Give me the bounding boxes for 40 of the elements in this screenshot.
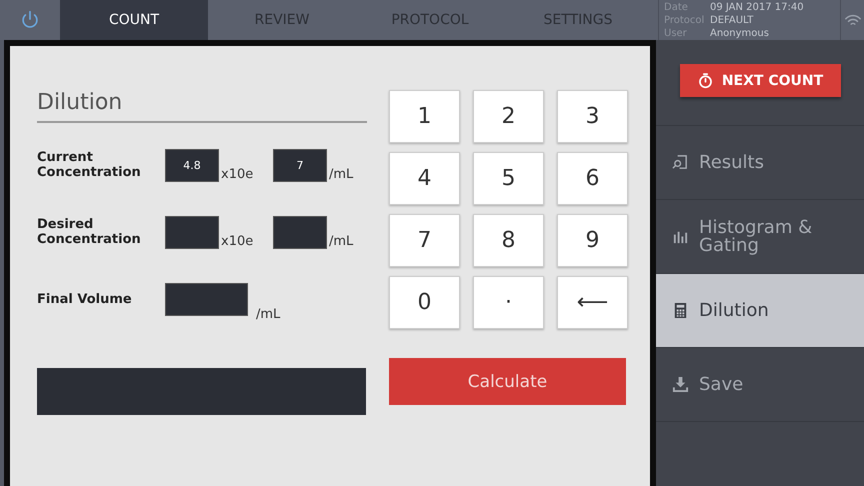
keypad-key[interactable]: 7 bbox=[389, 214, 460, 267]
download-icon bbox=[672, 376, 689, 393]
multiplier-text: x10e bbox=[220, 167, 254, 182]
keypad-key[interactable]: 5 bbox=[473, 152, 544, 205]
keypad-key[interactable]: 6 bbox=[557, 152, 628, 205]
keypad-key[interactable]: 3 bbox=[557, 90, 628, 143]
next-count-button[interactable]: NEXT COUNT bbox=[680, 64, 840, 97]
keypad-key[interactable]: 4 bbox=[389, 152, 460, 205]
keypad-key[interactable]: · bbox=[473, 276, 544, 329]
field-label: Current Concentration bbox=[37, 150, 142, 180]
sidebar-item[interactable]: Dilution bbox=[656, 274, 864, 348]
field-label: Final Volume bbox=[37, 292, 133, 306]
status-value: 09 JAN 2017 17:40 bbox=[710, 1, 804, 14]
dialog-title: Dilution bbox=[37, 90, 367, 123]
keypad-key[interactable]: 1 bbox=[389, 90, 460, 143]
mantissa-field[interactable]: 4.8 bbox=[165, 149, 219, 182]
keypad-key[interactable]: 8 bbox=[473, 214, 544, 267]
mantissa-field[interactable] bbox=[165, 216, 219, 249]
stopwatch-icon bbox=[696, 72, 714, 89]
keypad-key[interactable]: 0 bbox=[389, 276, 460, 329]
status-value: Anonymous bbox=[710, 27, 769, 40]
sidebar-item[interactable]: Save bbox=[656, 348, 864, 422]
unit-text: /mL bbox=[328, 234, 354, 249]
status-value: DEFAULT bbox=[710, 14, 754, 27]
calculate-button[interactable]: Calculate bbox=[389, 358, 626, 405]
wifi-icon bbox=[844, 14, 862, 26]
magnifier-document-icon bbox=[672, 154, 689, 171]
field-label: Desired Concentration bbox=[37, 217, 142, 247]
calculator-icon bbox=[672, 302, 689, 319]
unit-text: /mL bbox=[255, 307, 280, 322]
multiplier-text: x10e bbox=[220, 234, 254, 249]
exponent-field[interactable] bbox=[273, 216, 327, 249]
exponent-field[interactable]: 7 bbox=[273, 149, 327, 182]
keypad-key[interactable]: 2 bbox=[473, 90, 544, 143]
keypad-key[interactable]: 9 bbox=[557, 214, 628, 267]
unit-text: /mL bbox=[328, 167, 354, 182]
keypad-key[interactable]: ⟵ bbox=[557, 276, 628, 329]
volume-field[interactable] bbox=[165, 283, 248, 316]
nav-tab[interactable]: COUNT bbox=[60, 0, 208, 40]
sidebar-item[interactable]: Results bbox=[656, 126, 864, 200]
